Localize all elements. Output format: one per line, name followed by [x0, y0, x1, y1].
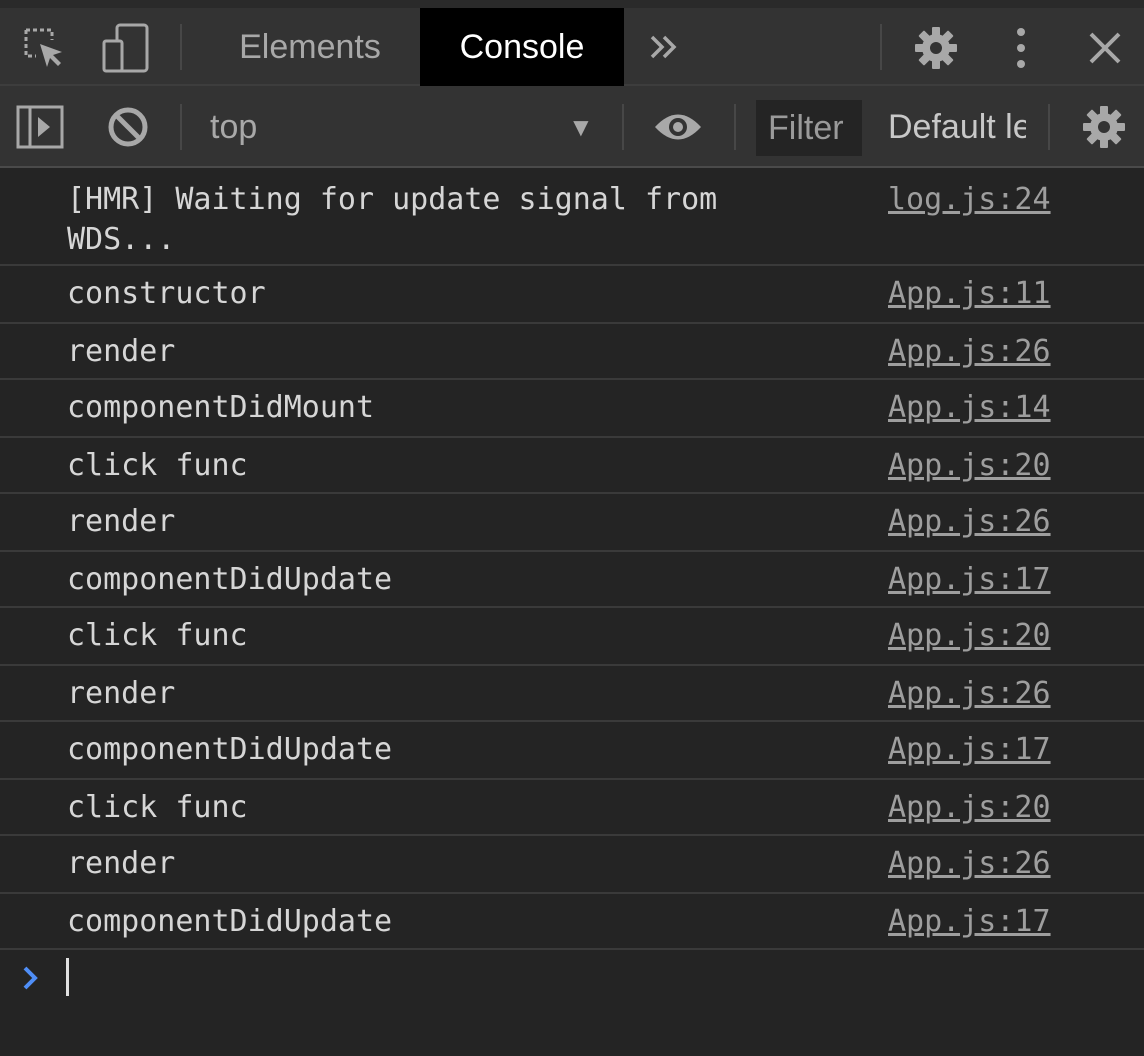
console-message-row: componentDidUpdate App.js:17: [0, 722, 1144, 780]
console-message-row: constructor App.js:11: [0, 266, 1144, 324]
console-message-source-link[interactable]: App.js:14: [888, 388, 1051, 428]
console-message-source-link[interactable]: App.js:17: [888, 902, 1051, 942]
close-icon[interactable]: [1078, 20, 1132, 76]
console-message-row: componentDidUpdate App.js:17: [0, 894, 1144, 950]
console-message-source-link[interactable]: App.js:20: [888, 446, 1051, 486]
console-message-row: componentDidUpdate App.js:17: [0, 552, 1144, 608]
console-message-source-link[interactable]: App.js:26: [888, 332, 1051, 372]
console-message-text: constructor: [67, 276, 266, 311]
console-message-source-link[interactable]: App.js:26: [888, 844, 1051, 884]
tab-console-label: Console: [459, 27, 585, 66]
console-message-source-link[interactable]: App.js:26: [888, 674, 1051, 714]
device-toolbar-icon[interactable]: [98, 20, 152, 76]
devtools-window: Elements Console top ▼ Filter Default le…: [0, 0, 1144, 1056]
dropdown-arrow-icon[interactable]: ▼: [568, 86, 594, 168]
console-message-source-link[interactable]: App.js:26: [888, 502, 1051, 542]
tabbar-separator-right: [880, 24, 882, 70]
console-message-source-link[interactable]: App.js:20: [888, 788, 1051, 828]
filter-input[interactable]: [756, 100, 862, 156]
toolbar-separator-2: [622, 104, 624, 150]
context-selector[interactable]: top: [210, 86, 257, 168]
console-message-text: componentDidUpdate: [67, 904, 393, 939]
kebab-menu-icon[interactable]: [1000, 20, 1042, 76]
console-message-source-link[interactable]: App.js:20: [888, 616, 1051, 656]
console-message-text: render: [67, 676, 176, 711]
console-settings-gear-icon[interactable]: [1076, 102, 1132, 152]
console-message-text: render: [67, 846, 176, 881]
console-message-row: render App.js:26: [0, 494, 1144, 552]
console-message-source-link[interactable]: App.js:11: [888, 274, 1051, 314]
console-message-text: componentDidMount: [67, 390, 375, 425]
console-message-row: [HMR] Waiting for update signal from WDS…: [0, 168, 1144, 266]
devtools-tabbar: Elements Console: [0, 0, 1144, 86]
console-message-text: [HMR] Waiting for update signal from WDS…: [67, 182, 736, 257]
console-message-row: click func App.js:20: [0, 780, 1144, 836]
console-message-row: render App.js:26: [0, 666, 1144, 722]
console-message-row: componentDidMount App.js:14: [0, 380, 1144, 438]
toolbar-separator: [180, 104, 182, 150]
log-levels-dropdown[interactable]: Default levels: [888, 86, 1026, 168]
log-levels-label: Default levels: [888, 108, 1026, 146]
console-message-source-link[interactable]: log.js:24: [888, 180, 1051, 220]
console-message-text: click func: [67, 618, 248, 653]
console-message-row: render App.js:26: [0, 324, 1144, 380]
clear-console-icon[interactable]: [100, 102, 156, 152]
context-selector-label: top: [210, 108, 258, 146]
console-message-text: componentDidUpdate: [67, 732, 393, 767]
console-message-text: render: [67, 334, 176, 369]
console-message-text: componentDidUpdate: [67, 562, 393, 597]
console-message-source-link[interactable]: App.js:17: [888, 560, 1051, 600]
tab-elements[interactable]: Elements: [212, 8, 408, 86]
prompt-caret: [66, 958, 69, 996]
console-message-row: click func App.js:20: [0, 438, 1144, 494]
tab-console[interactable]: Console: [420, 8, 624, 86]
console-message-source-link[interactable]: App.js:17: [888, 730, 1051, 770]
console-prompt[interactable]: [0, 948, 1144, 1056]
live-expression-eye-icon[interactable]: [648, 102, 708, 152]
prompt-chevron-icon: [20, 960, 42, 1001]
more-tabs-icon[interactable]: [640, 24, 688, 70]
console-message-row: render App.js:26: [0, 836, 1144, 894]
inspect-element-icon[interactable]: [16, 20, 72, 76]
tabbar-separator: [180, 24, 182, 70]
console-message-text: render: [67, 504, 176, 539]
sidebar-toggle-icon[interactable]: [12, 102, 68, 152]
toolbar-separator-3: [734, 104, 736, 150]
tab-elements-label: Elements: [239, 27, 381, 66]
console-toolbar: top ▼ Default levels: [0, 86, 1144, 168]
toolbar-separator-4: [1048, 104, 1050, 150]
console-message-text: click func: [67, 790, 248, 825]
settings-gear-icon[interactable]: [908, 20, 964, 76]
console-message-row: click func App.js:20: [0, 608, 1144, 666]
console-message-text: click func: [67, 448, 248, 483]
console-messages: [HMR] Waiting for update signal from WDS…: [0, 168, 1144, 950]
